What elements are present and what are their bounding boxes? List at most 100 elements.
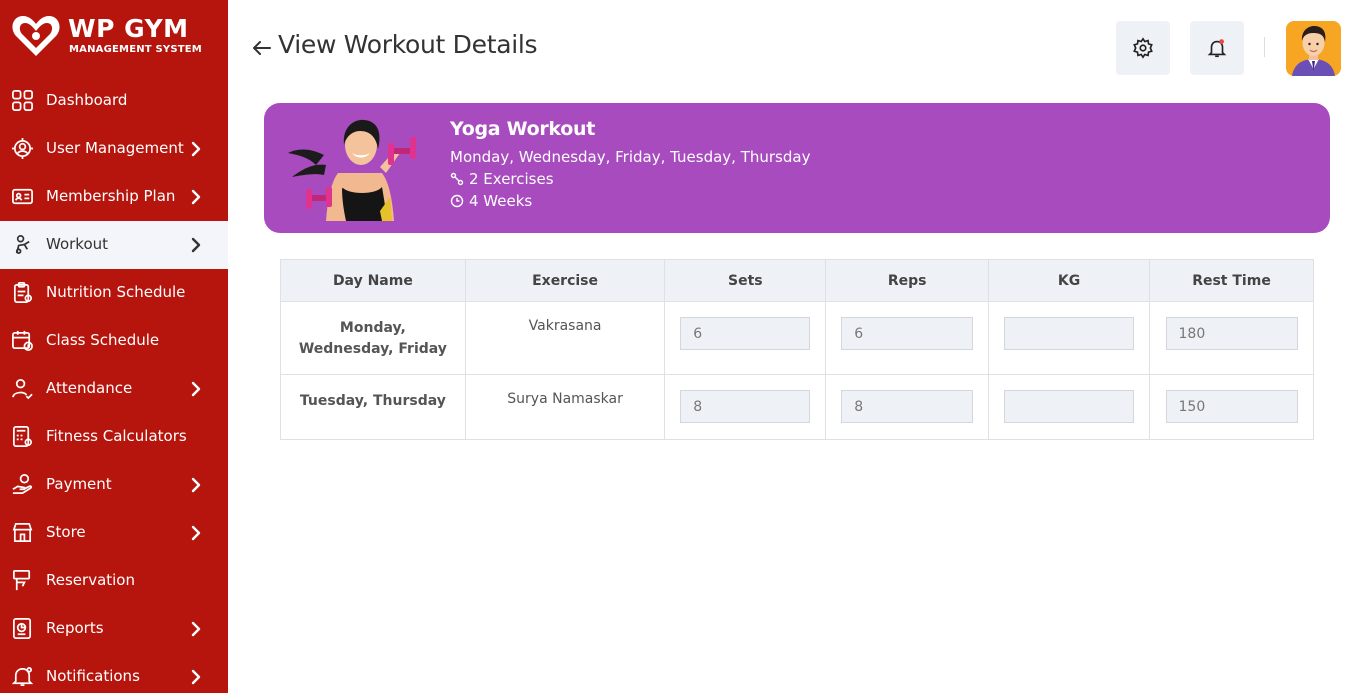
dumbbell-icon (450, 172, 464, 186)
sets-cell (664, 301, 827, 375)
sidebar-item-membership-plan[interactable]: Membership Plan (0, 173, 228, 221)
column-header-rest-time: Rest Time (1149, 259, 1314, 302)
sidebar-item-reservation[interactable]: Reservation (0, 557, 228, 605)
sidebar-item-label: Membership Plan (46, 187, 176, 205)
notifications-button[interactable] (1190, 21, 1244, 75)
chevron-right-icon (191, 477, 201, 493)
sidebar-item-label: Class Schedule (46, 331, 160, 349)
sidebar-item-label: Store (46, 523, 86, 541)
chevron-right-icon (191, 381, 201, 397)
reps-cell (825, 301, 990, 375)
sidebar-item-attendance[interactable]: Attendance (0, 365, 228, 413)
reps-input[interactable] (841, 390, 974, 423)
chevron-right-icon (191, 525, 201, 541)
woman-dumbbell-image (288, 119, 416, 221)
chevron-right-icon (191, 621, 201, 637)
chevron-right-icon (191, 189, 201, 205)
kg-cell (988, 374, 1151, 440)
sidebar-item-label: Notifications (46, 667, 140, 685)
back-arrow-icon[interactable] (250, 36, 274, 60)
calculator-icon (13, 426, 32, 447)
sidebar-item-notifications[interactable]: Notifications (0, 653, 228, 693)
column-header-reps: Reps (825, 259, 990, 302)
kg-cell (988, 301, 1151, 375)
chevron-right-icon (191, 669, 201, 685)
sidebar-item-workout[interactable]: Workout (0, 221, 228, 269)
brand-title: WP GYM (68, 14, 189, 43)
sidebar-item-label: User Management (46, 139, 184, 157)
column-header-exercise: Exercise (464, 259, 666, 302)
sidebar-item-label: Payment (46, 475, 112, 493)
day-name-cell: Monday, Wednesday, Friday (280, 301, 466, 375)
sidebar-item-label: Reports (46, 619, 104, 637)
sidebar-item-label: Workout (46, 235, 109, 253)
exercises-label: 2 Exercises (469, 170, 554, 188)
brand-logo[interactable]: WP GYM MANAGEMENT SYSTEM (10, 12, 220, 60)
exercise-cell: Surya Namaskar (464, 374, 666, 440)
workout-table: Day Name Exercise Sets Reps KG Rest Time… (280, 259, 1314, 440)
rest-time-cell (1149, 374, 1314, 440)
bell-icon (11, 667, 34, 686)
hand-money-icon (12, 474, 33, 494)
workout-exercises-count: 2 Exercises (450, 170, 554, 188)
user-avatar-icon (1292, 26, 1335, 76)
reps-input[interactable] (841, 317, 974, 350)
user-check-icon (12, 379, 33, 400)
sidebar-nav: Dashboard User Management Membership Pla… (0, 77, 228, 693)
sidebar-item-fitness-calculators[interactable]: Fitness Calculators (0, 413, 228, 461)
sidebar-item-label: Dashboard (46, 91, 128, 109)
table-row: Monday, Wednesday, Friday Vakrasana (280, 301, 1314, 375)
kg-input[interactable] (1004, 317, 1135, 350)
brand-subtitle: MANAGEMENT SYSTEM (69, 44, 202, 55)
clipboard-icon (13, 282, 32, 303)
workout-icon (15, 235, 30, 254)
clock-icon (450, 194, 464, 208)
sidebar-item-label: Reservation (46, 571, 135, 589)
sidebar-item-label: Attendance (46, 379, 133, 397)
header-divider (1264, 37, 1265, 57)
chevron-right-icon (191, 141, 201, 157)
store-icon (12, 523, 33, 542)
sidebar-item-class-schedule[interactable]: Class Schedule (0, 317, 228, 365)
kg-input[interactable] (1004, 390, 1135, 423)
column-header-kg: KG (988, 259, 1151, 302)
avatar[interactable] (1286, 21, 1341, 76)
reps-cell (825, 374, 990, 440)
workout-weeks-count: 4 Weeks (450, 192, 532, 210)
sidebar-item-store[interactable]: Store (0, 509, 228, 557)
sidebar: WP GYM MANAGEMENT SYSTEM Dashboard User … (0, 0, 228, 693)
page-title: View Workout Details (278, 30, 538, 59)
column-header-sets: Sets (664, 259, 827, 302)
id-card-icon (12, 188, 33, 205)
sets-input[interactable] (680, 390, 811, 423)
table-header-row: Day Name Exercise Sets Reps KG Rest Time (280, 259, 1314, 302)
sidebar-item-payment[interactable]: Payment (0, 461, 228, 509)
day-name-cell: Tuesday, Thursday (280, 374, 466, 440)
sidebar-item-dashboard[interactable]: Dashboard (0, 77, 228, 125)
report-icon (13, 618, 32, 639)
grid-icon (12, 90, 33, 111)
settings-button[interactable] (1116, 21, 1170, 75)
calendar-icon (12, 330, 33, 351)
sets-cell (664, 374, 827, 440)
column-header-day-name: Day Name (280, 259, 466, 302)
sidebar-item-user-management[interactable]: User Management (0, 125, 228, 173)
rest-time-cell (1149, 301, 1314, 375)
table-row: Tuesday, Thursday Surya Namaskar (280, 374, 1314, 440)
settings-icon (1133, 37, 1153, 59)
rest-time-input[interactable] (1165, 390, 1298, 423)
chevron-right-icon (191, 237, 201, 253)
rest-time-input[interactable] (1165, 317, 1298, 350)
exercise-cell: Vakrasana (464, 301, 666, 375)
heart-logo-icon (12, 16, 60, 56)
workout-banner: Yoga Workout Monday, Wednesday, Friday, … (264, 103, 1330, 233)
sidebar-item-nutrition-schedule[interactable]: Nutrition Schedule (0, 269, 228, 317)
sidebar-item-label: Nutrition Schedule (46, 283, 186, 301)
sets-input[interactable] (680, 317, 811, 350)
sidebar-item-reports[interactable]: Reports (0, 605, 228, 653)
users-gear-icon (11, 137, 34, 160)
bell-icon (1207, 39, 1227, 58)
workout-days: Monday, Wednesday, Friday, Tuesday, Thur… (450, 148, 811, 166)
weeks-label: 4 Weeks (469, 192, 533, 210)
reservation-icon (13, 570, 31, 591)
